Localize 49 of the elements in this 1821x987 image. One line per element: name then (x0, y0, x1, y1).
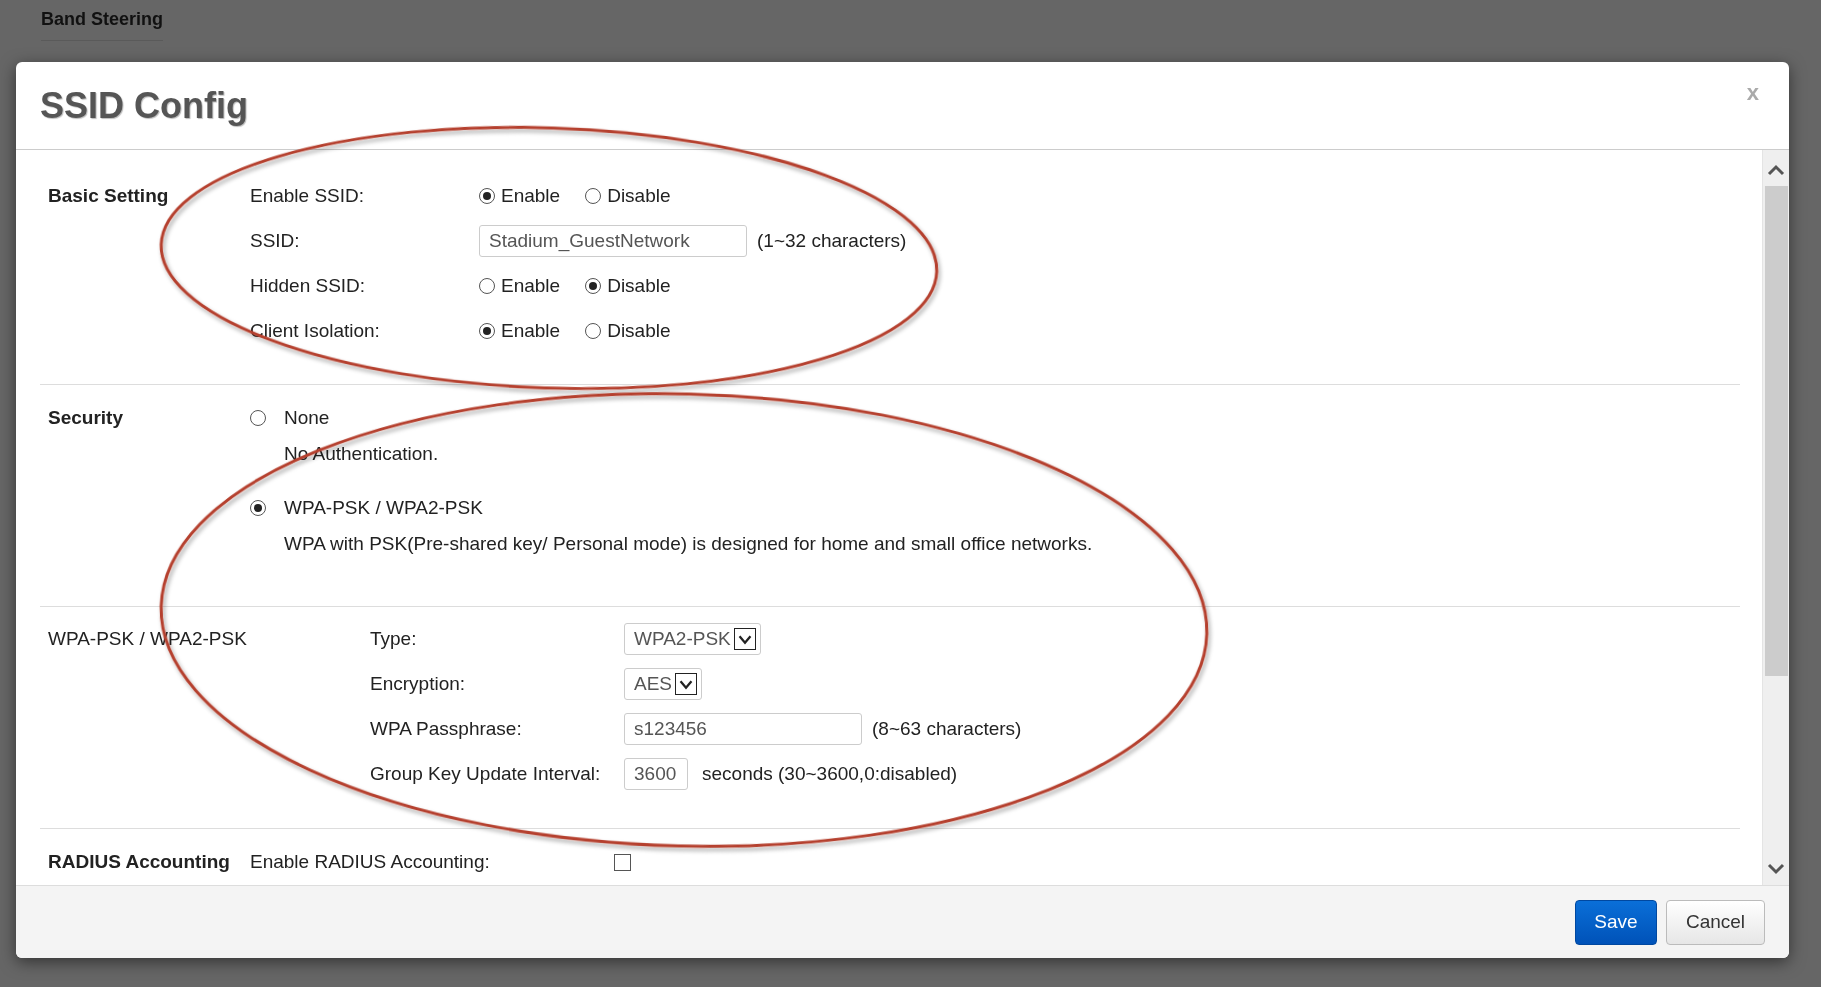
option-label[interactable]: None (284, 407, 1740, 429)
radio-option[interactable]: Enable (479, 275, 561, 297)
checkbox[interactable] (614, 853, 631, 871)
hint-text: seconds (30~3600,0:disabled) (702, 763, 958, 785)
radio-icon[interactable] (250, 500, 266, 516)
radio-icon[interactable] (250, 410, 266, 426)
text-field[interactable]: 3600 (624, 758, 688, 790)
hint-text: (8~63 characters) (872, 718, 1022, 740)
field-label: SSID: (250, 230, 301, 252)
radio-option[interactable]: Disable (585, 320, 671, 342)
section-heading: Basic Setting (47, 184, 170, 208)
scrollbar[interactable] (1762, 150, 1789, 885)
section-heading: RADIUS Accounting (47, 851, 231, 873)
field-label: WPA Passphrase: (370, 718, 523, 740)
field-label: Enable RADIUS Accounting: (250, 851, 491, 873)
radio-option[interactable]: Disable (585, 275, 671, 297)
radio-icon[interactable] (479, 323, 495, 339)
field-label: Client Isolation: (250, 320, 381, 342)
radio-option[interactable]: Enable (479, 320, 561, 342)
text-field[interactable]: Stadium_GuestNetwork (479, 225, 747, 257)
radio-icon[interactable] (479, 278, 495, 294)
field-label: Enable SSID: (250, 185, 366, 207)
radio-icon[interactable] (479, 188, 495, 204)
radio-icon[interactable] (585, 188, 602, 204)
text-field[interactable]: s123456 (624, 713, 862, 745)
scroll-up-icon[interactable] (1767, 164, 1785, 176)
caret-icon (675, 673, 698, 695)
radio-option[interactable]: Disable (585, 185, 671, 207)
field-label: Encryption: (370, 673, 467, 695)
field-label: Type: (370, 628, 418, 650)
scroll-down-icon[interactable] (1767, 863, 1785, 875)
caret-icon (733, 628, 756, 650)
cancel-button[interactable]: Cancel (1666, 899, 1765, 945)
dropdown[interactable]: WPA2-PSK (624, 623, 761, 655)
radio-option[interactable]: Enable (479, 185, 561, 207)
dropdown[interactable]: AES (624, 668, 703, 700)
field-label: Group Key Update Interval: (370, 763, 602, 785)
field-label: Hidden SSID: (250, 275, 367, 297)
scrollbar-thumb[interactable] (1764, 186, 1788, 676)
option-description: WPA with PSK(Pre-shared key/ Personal mode) is designed for home and small office networks. (284, 533, 1094, 555)
option-label[interactable]: WPA-PSK / WPA2-PSK (284, 497, 1740, 519)
dialog-title: SSID Config (40, 84, 248, 127)
section-heading: Security (47, 406, 124, 430)
hint-text: (1~32 characters) (757, 230, 907, 252)
radio-icon[interactable] (585, 323, 602, 339)
radio-icon[interactable] (585, 278, 602, 294)
save-button[interactable]: Save (1575, 899, 1657, 945)
option-description: No Authentication. (284, 443, 440, 465)
section-heading: Band Steering (41, 8, 164, 41)
